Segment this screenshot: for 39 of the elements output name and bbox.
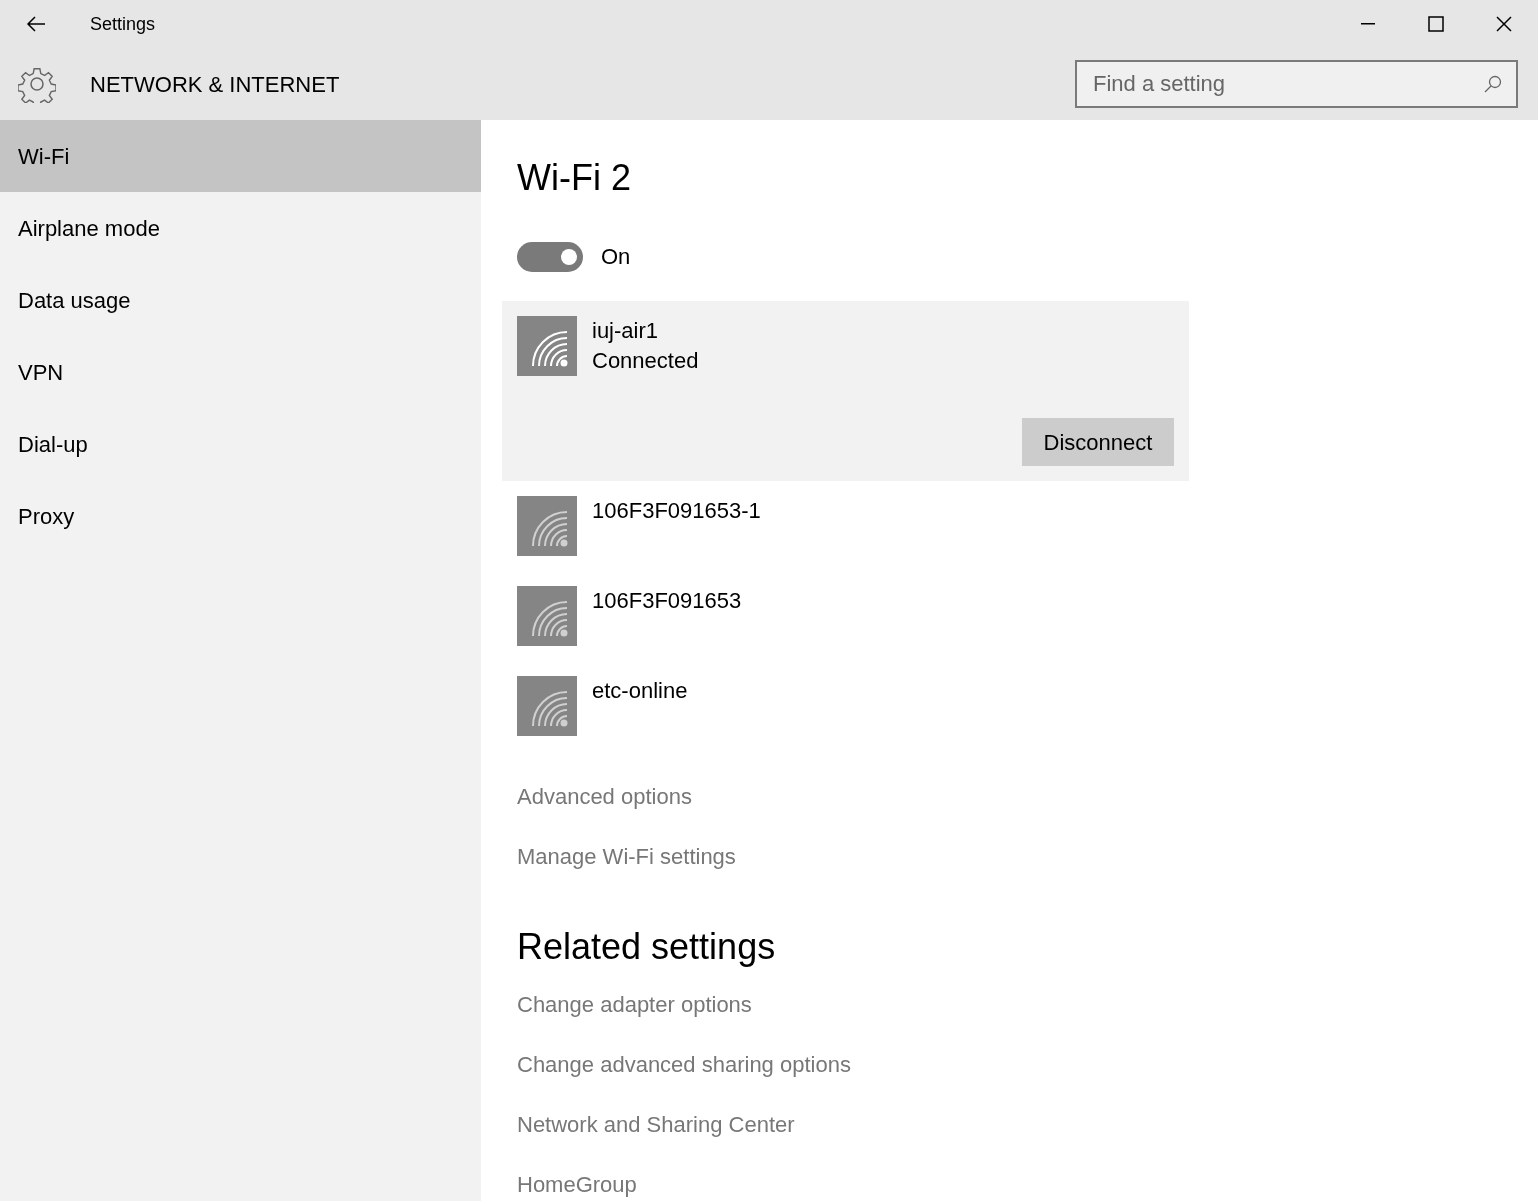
minimize-icon	[1361, 23, 1375, 25]
sidebar-item[interactable]: Dial-up	[0, 408, 481, 480]
wifi-signal-icon	[517, 316, 577, 376]
disconnect-button[interactable]: Disconnect	[1022, 418, 1174, 466]
section-title: Related settings	[517, 925, 777, 969]
wifi-signal-icon	[517, 496, 577, 556]
window-title: Settings	[90, 12, 156, 36]
network-name: iuj-air1	[592, 317, 660, 345]
settings-link[interactable]: Advanced options	[517, 781, 692, 813]
settings-link[interactable]: Manage Wi-Fi settings	[517, 841, 736, 873]
sidebar-item[interactable]: Proxy	[0, 480, 481, 552]
wifi-signal-icon	[517, 676, 577, 736]
network-status: Connected	[592, 347, 699, 375]
search-field[interactable]: Find a setting	[1075, 60, 1518, 108]
wifi-signal-icon	[517, 586, 577, 646]
back-arrow-icon	[26, 16, 46, 32]
toggle-switch[interactable]	[517, 241, 583, 272]
sidebar-item[interactable]: Wi-Fi	[0, 120, 481, 192]
settings-link[interactable]: Change adapter options	[517, 989, 752, 1021]
gear-icon	[18, 65, 56, 103]
network-item[interactable]: 106F3F091653-1	[502, 481, 1189, 571]
search-icon	[1484, 75, 1502, 93]
page-heading: NETWORK & INTERNET	[90, 70, 340, 99]
network-name: 106F3F091653	[592, 587, 742, 615]
network-name: 106F3F091653-1	[592, 497, 761, 525]
maximize-icon	[1428, 16, 1444, 32]
settings-link[interactable]: Network and Sharing Center	[517, 1109, 795, 1141]
sidebar-item[interactable]: Airplane mode	[0, 192, 481, 264]
settings-link[interactable]: Change advanced sharing options	[517, 1049, 851, 1081]
network-item[interactable]: iuj-air1 Connected Disconnect	[502, 301, 1189, 481]
network-name: etc-online	[592, 677, 688, 705]
section-title: Wi-Fi 2	[517, 156, 632, 200]
toggle-label: On	[601, 243, 631, 271]
network-item[interactable]: etc-online	[502, 661, 1189, 751]
sidebar-item[interactable]: Data usage	[0, 264, 481, 336]
close-icon	[1496, 16, 1512, 32]
settings-link[interactable]: HomeGroup	[517, 1169, 637, 1201]
network-item[interactable]: 106F3F091653	[502, 571, 1189, 661]
sidebar-item[interactable]: VPN	[0, 336, 481, 408]
